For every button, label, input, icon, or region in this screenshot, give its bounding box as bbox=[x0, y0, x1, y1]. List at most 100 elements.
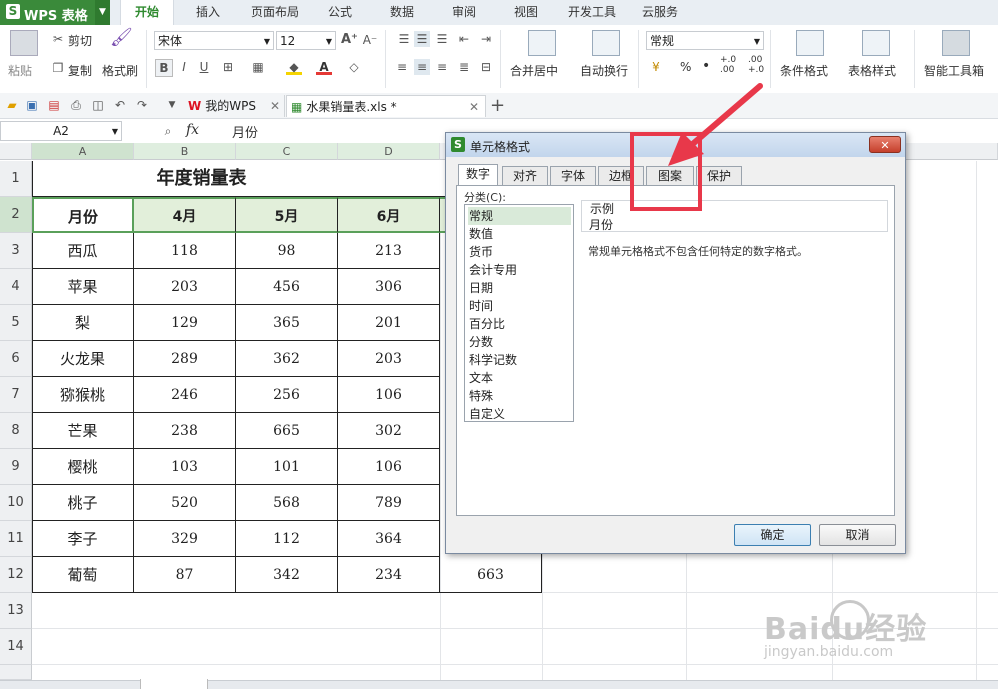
align-center-icon[interactable]: ≡ bbox=[414, 59, 430, 75]
row-header[interactable]: 1 bbox=[0, 161, 32, 197]
row-header[interactable]: 5 bbox=[0, 305, 32, 341]
fill-color-icon[interactable]: ◆ bbox=[286, 59, 302, 75]
italic-button[interactable]: I bbox=[176, 59, 192, 75]
table-cell[interactable]: 665 bbox=[236, 413, 338, 449]
row-header[interactable]: 13 bbox=[0, 593, 32, 629]
bold-button[interactable]: B bbox=[155, 59, 173, 77]
category-item[interactable]: 时间 bbox=[468, 297, 571, 315]
row-header[interactable]: 10 bbox=[0, 485, 32, 521]
table-cell-name[interactable]: 葡萄 bbox=[32, 557, 134, 593]
category-item[interactable]: 自定义 bbox=[468, 405, 571, 423]
table-cell[interactable]: 246 bbox=[134, 377, 236, 413]
table-cell-name[interactable]: 苹果 bbox=[32, 269, 134, 305]
row-header[interactable]: 3 bbox=[0, 233, 32, 269]
merge-center-icon[interactable] bbox=[528, 30, 556, 56]
doc-tab-fruit-sales[interactable]: ▦ 水果销量表.xls * ✕ bbox=[286, 95, 486, 117]
close-icon[interactable]: ✕ bbox=[270, 95, 280, 117]
table-cell[interactable]: 118 bbox=[134, 233, 236, 269]
header-cell[interactable]: 5月 bbox=[236, 197, 338, 233]
copy-button[interactable]: 复制 bbox=[68, 62, 92, 79]
table-cell[interactable]: 103 bbox=[134, 449, 236, 485]
category-item[interactable]: 百分比 bbox=[468, 315, 571, 333]
table-cell[interactable]: 306 bbox=[338, 269, 440, 305]
table-cell[interactable]: 789 bbox=[338, 485, 440, 521]
wrap-text-button[interactable]: 自动换行 bbox=[580, 62, 628, 79]
undo-icon[interactable]: ↶ bbox=[112, 97, 128, 113]
table-cell[interactable]: 365 bbox=[236, 305, 338, 341]
column-header-d[interactable]: D bbox=[338, 143, 440, 160]
close-icon[interactable]: ✕ bbox=[469, 96, 479, 118]
paste-icon[interactable] bbox=[10, 30, 38, 56]
format-painter-button[interactable]: 格式刷 bbox=[102, 62, 138, 79]
category-item[interactable]: 数值 bbox=[468, 225, 571, 243]
header-cell[interactable]: 4月 bbox=[134, 197, 236, 233]
table-cell-name[interactable]: 桃子 bbox=[32, 485, 134, 521]
table-cell-name[interactable]: 西瓜 bbox=[32, 233, 134, 269]
table-cell[interactable]: 129 bbox=[134, 305, 236, 341]
cancel-button[interactable]: 取消 bbox=[819, 524, 896, 546]
increase-decimal-button[interactable]: +.0 .00 bbox=[720, 55, 744, 75]
tab-view[interactable]: 视图 bbox=[506, 0, 546, 25]
tab-page-layout[interactable]: 页面布局 bbox=[244, 0, 306, 25]
row-header[interactable]: 11 bbox=[0, 521, 32, 557]
table-cell[interactable]: 87 bbox=[134, 557, 236, 593]
column-header-a[interactable]: A bbox=[32, 143, 134, 160]
table-cell[interactable]: 203 bbox=[134, 269, 236, 305]
formula-input[interactable]: 月份 bbox=[232, 122, 258, 141]
table-cell-name[interactable]: 芒果 bbox=[32, 413, 134, 449]
align-right-icon[interactable]: ≡ bbox=[434, 59, 450, 75]
table-style-button[interactable]: 表格样式 bbox=[848, 62, 896, 79]
font-name-select[interactable]: 宋体 ▼ bbox=[154, 31, 274, 50]
align-bottom-icon[interactable]: ☰ bbox=[434, 31, 450, 47]
category-item-general[interactable]: 常规 bbox=[468, 207, 571, 225]
column-header-b[interactable]: B bbox=[134, 143, 236, 160]
category-item[interactable]: 日期 bbox=[468, 279, 571, 297]
merge-center-button[interactable]: 合并居中 bbox=[510, 62, 558, 79]
table-cell[interactable]: 663 bbox=[440, 557, 542, 593]
name-box[interactable]: A2 ▼ bbox=[0, 121, 122, 141]
conditional-format-button[interactable]: 条件格式 bbox=[780, 62, 828, 79]
justify-icon[interactable]: ≣ bbox=[456, 59, 472, 75]
toolbox-icon[interactable] bbox=[942, 30, 970, 56]
align-top-icon[interactable]: ☰ bbox=[396, 31, 412, 47]
border-icon[interactable]: ⊞ bbox=[220, 59, 236, 75]
category-item[interactable]: 分数 bbox=[468, 333, 571, 351]
table-cell-name[interactable]: 樱桃 bbox=[32, 449, 134, 485]
redo-icon[interactable]: ↷ bbox=[134, 97, 150, 113]
row-header[interactable]: 14 bbox=[0, 629, 32, 665]
comma-button[interactable]: • bbox=[702, 58, 710, 74]
close-icon[interactable]: ✕ bbox=[869, 136, 901, 153]
category-item[interactable]: 会计专用 bbox=[468, 261, 571, 279]
export-pdf-icon[interactable]: ▤ bbox=[46, 97, 62, 113]
chevron-down-icon[interactable]: ▼ bbox=[164, 97, 180, 113]
fx-button[interactable]: fx bbox=[186, 122, 199, 138]
select-all-corner[interactable] bbox=[0, 143, 32, 160]
tab-insert[interactable]: 插入 bbox=[186, 0, 230, 25]
table-cell[interactable]: 329 bbox=[134, 521, 236, 557]
table-cell[interactable]: 362 bbox=[236, 341, 338, 377]
table-cell-name[interactable]: 梨 bbox=[32, 305, 134, 341]
row-header[interactable]: 7 bbox=[0, 377, 32, 413]
conditional-format-icon[interactable] bbox=[796, 30, 824, 56]
zoom-search-icon[interactable]: ⌕ bbox=[160, 123, 176, 139]
percent-button[interactable]: % bbox=[680, 60, 691, 74]
table-cell[interactable]: 568 bbox=[236, 485, 338, 521]
row-header[interactable]: 6 bbox=[0, 341, 32, 377]
chevron-down-icon[interactable]: ▼ bbox=[95, 0, 110, 25]
row-header[interactable]: 9 bbox=[0, 449, 32, 485]
smart-toolbox-button[interactable]: 智能工具箱 bbox=[924, 62, 984, 79]
table-cell[interactable]: 213 bbox=[338, 233, 440, 269]
tab-developer[interactable]: 开发工具 bbox=[562, 0, 622, 25]
table-cell[interactable]: 201 bbox=[338, 305, 440, 341]
category-item[interactable]: 货币 bbox=[468, 243, 571, 261]
header-cell[interactable]: 6月 bbox=[338, 197, 440, 233]
table-cell[interactable]: 456 bbox=[236, 269, 338, 305]
column-header-c[interactable]: C bbox=[236, 143, 338, 160]
table-cell-name[interactable]: 火龙果 bbox=[32, 341, 134, 377]
indent-icon[interactable]: ⇤ bbox=[456, 31, 472, 47]
underline-button[interactable]: U bbox=[196, 59, 212, 75]
eraser-icon[interactable]: ◇ bbox=[346, 59, 362, 75]
decrease-font-icon[interactable]: A⁻ bbox=[362, 32, 378, 48]
outdent-icon[interactable]: ⇥ bbox=[478, 31, 494, 47]
table-cell[interactable]: 256 bbox=[236, 377, 338, 413]
